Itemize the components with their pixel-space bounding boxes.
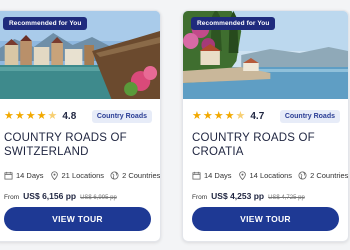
star-icon: ★ xyxy=(224,109,235,122)
recommended-badge: Recommended for You xyxy=(191,17,276,30)
star-icon: ★ xyxy=(202,109,213,122)
globe-icon xyxy=(110,171,119,180)
countries-text: 2 Countries xyxy=(310,171,349,180)
star-icon: ★ xyxy=(4,109,14,122)
original-price: US$ 4,725 pp xyxy=(268,195,305,201)
view-tour-button[interactable]: VIEW TOUR xyxy=(4,207,151,231)
locations-info: 14 Locations xyxy=(238,171,293,180)
tour-meta: 14 Days 21 Locations 2 Countries xyxy=(4,171,160,180)
star-half-icon: ★ xyxy=(47,109,58,122)
calendar-icon xyxy=(192,171,201,180)
location-pin-icon xyxy=(50,171,58,180)
tour-image-lucerne[interactable]: Recommended for You xyxy=(0,11,160,99)
category-tag[interactable]: Country Roads xyxy=(279,109,340,123)
star-half-icon: ★ xyxy=(235,109,246,122)
tour-title[interactable]: COUNTRY ROADS OF SWITZERLAND xyxy=(4,131,151,159)
star-icon: ★ xyxy=(25,109,36,122)
days-info: 14 Days xyxy=(4,171,44,180)
locations-info: 21 Locations xyxy=(50,171,105,180)
calendar-icon xyxy=(4,171,13,180)
current-price: US$ 6,156 pp xyxy=(23,191,77,201)
tour-meta: 14 Days 14 Locations 2 Countries xyxy=(192,171,348,180)
days-info: 14 Days xyxy=(192,171,232,180)
star-icon: ★ xyxy=(213,109,224,122)
tour-title[interactable]: COUNTRY ROADS OF CROATIA xyxy=(192,131,339,159)
recommended-badge: Recommended for You xyxy=(3,17,88,30)
from-label: From xyxy=(4,194,20,201)
current-price: US$ 4,253 pp xyxy=(211,191,265,201)
star-icon: ★ xyxy=(14,109,25,122)
star-rating: ★ ★ ★ ★ ★ xyxy=(192,109,246,122)
original-price: US$ 6,995 pp xyxy=(80,195,117,201)
star-icon: ★ xyxy=(36,109,47,122)
location-pin-icon xyxy=(238,171,246,180)
rating-row: ★ ★ ★ ★ ★ 4.7 Country Roads xyxy=(192,109,348,123)
tour-card-switzerland[interactable]: Recommended for You ★ ★ ★ ★ ★ 4.8 Countr… xyxy=(0,10,161,242)
rating-row: ★ ★ ★ ★ ★ 4.8 Country Roads xyxy=(4,109,160,123)
countries-text: 2 Countries xyxy=(122,171,161,180)
rating-value: 4.8 xyxy=(62,110,77,122)
star-rating: ★ ★ ★ ★ ★ xyxy=(4,109,58,122)
price-row: From US$ 6,156 pp US$ 6,995 pp xyxy=(4,191,160,201)
countries-info: 2 Countries xyxy=(298,171,348,180)
tour-card-croatia[interactable]: Recommended for You ★ ★ ★ ★ ★ 4.7 Countr… xyxy=(182,10,349,242)
view-tour-button[interactable]: VIEW TOUR xyxy=(192,207,339,231)
star-icon: ★ xyxy=(192,109,202,122)
category-tag[interactable]: Country Roads xyxy=(91,109,152,123)
tour-image-croatia[interactable]: Recommended for You xyxy=(183,11,348,99)
locations-text: 14 Locations xyxy=(249,171,293,180)
locations-text: 21 Locations xyxy=(61,171,105,180)
globe-icon xyxy=(298,171,307,180)
countries-info: 2 Countries xyxy=(110,171,160,180)
rating-value: 4.7 xyxy=(250,110,265,122)
from-label: From xyxy=(192,194,208,201)
days-text: 14 Days xyxy=(204,171,232,180)
days-text: 14 Days xyxy=(16,171,44,180)
price-row: From US$ 4,253 pp US$ 4,725 pp xyxy=(192,191,348,201)
